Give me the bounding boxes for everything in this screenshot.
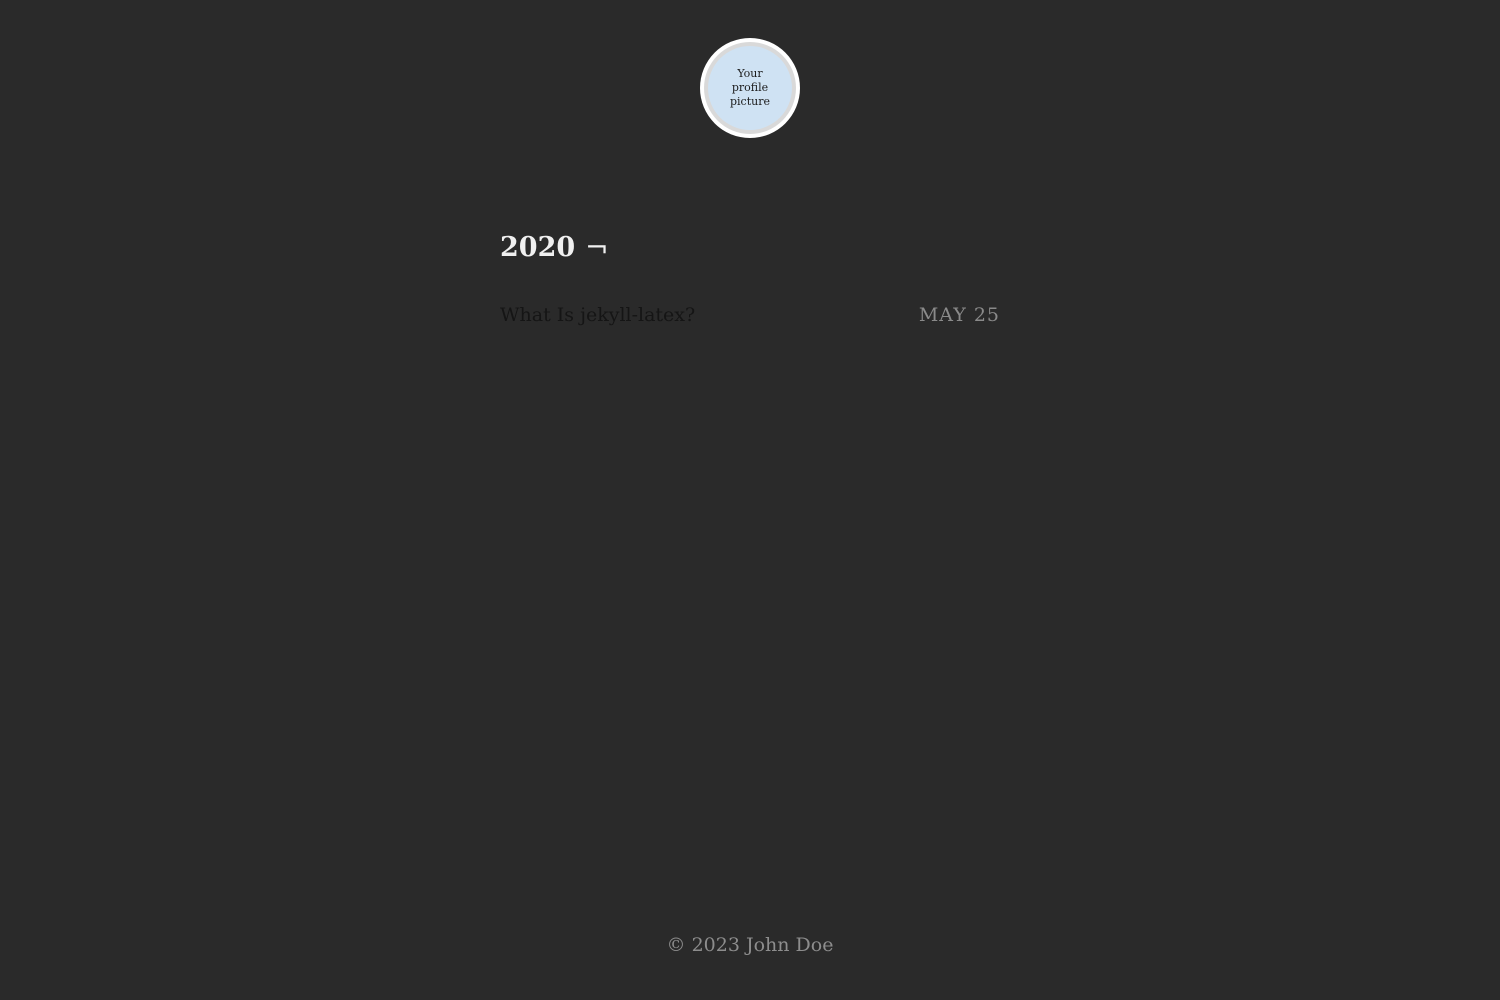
year-heading: 2020 ¬ — [500, 226, 1000, 270]
post-archive: 2020 ¬ What Is jekyll-latex? MAY 25 — [500, 226, 1000, 326]
year-label: 2020 — [500, 232, 576, 263]
avatar-image-placeholder: Your profile picture — [708, 46, 792, 130]
profile-avatar: Your profile picture — [700, 38, 800, 138]
post-list: What Is jekyll-latex? MAY 25 — [500, 304, 1000, 326]
post-title-link[interactable]: What Is jekyll-latex? — [500, 304, 695, 326]
post-list-item: What Is jekyll-latex? MAY 25 — [500, 304, 1000, 326]
year-symbol: ¬ — [585, 231, 609, 264]
avatar-placeholder-text: Your profile picture — [730, 67, 770, 108]
avatar-ring: Your profile picture — [704, 42, 796, 134]
copyright-text: © 2023 John Doe — [666, 934, 834, 956]
post-date: MAY 25 — [918, 304, 1000, 326]
site-footer: © 2023 John Doe — [0, 930, 1500, 960]
